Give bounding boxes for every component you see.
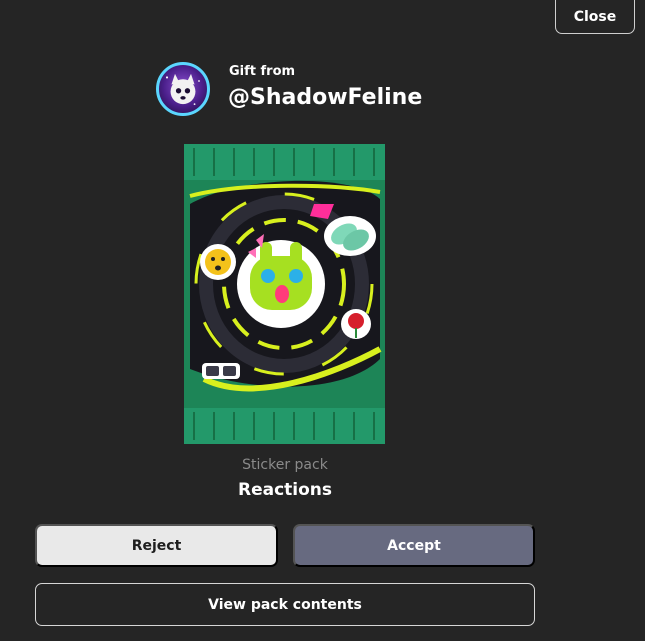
close-button[interactable]: Close: [555, 0, 635, 34]
pack-type-label: Sticker pack: [242, 457, 328, 473]
pack-name: Reactions: [237, 480, 333, 500]
reject-button[interactable]: Reject: [35, 524, 278, 567]
gift-dialog: Close Gift from @ShadowFeline Sticker pa…: [0, 0, 645, 641]
sender-avatar: [156, 62, 210, 116]
sticker-pack-image: [184, 144, 385, 444]
sender-username: @ShadowFeline: [228, 85, 423, 110]
view-pack-contents-button[interactable]: View pack contents: [35, 583, 535, 626]
gift-from-label: Gift from: [229, 64, 296, 79]
accept-button[interactable]: Accept: [293, 524, 535, 567]
cat-avatar-icon: [165, 73, 200, 105]
